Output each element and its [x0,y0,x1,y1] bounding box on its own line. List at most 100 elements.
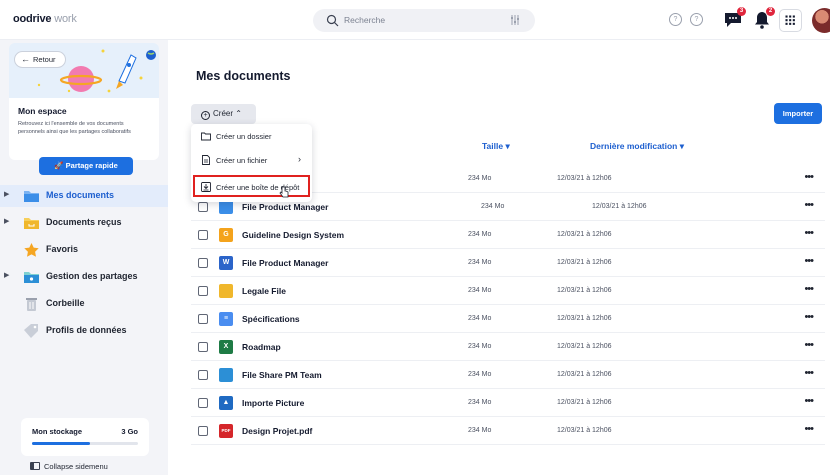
star-icon [23,242,40,258]
sidebar-item-profils-de-donnees[interactable]: Profils de données [0,320,168,342]
table-row[interactable]: W File Product Manager 234 Mo 12/03/21 à 12… [191,249,825,277]
create-button[interactable]: + Créer ⌃ [191,104,256,124]
file-size: 234 Mo [468,427,492,434]
more-options-icon[interactable]: ••• [804,367,814,379]
table-row[interactable]: Legale File 234 Mo 12/03/21 à 12h06 ••• [191,277,825,305]
search-icon [326,14,339,27]
size-header-label: Taille [482,141,504,151]
file-modified-date: 12/03/21 à 12h06 [557,175,612,182]
search-bar[interactable]: Recherche [313,9,535,32]
collapse-label: Collapse sidemenu [44,462,108,471]
back-button[interactable]: ← Retour [14,51,66,68]
file-size: 234 Mo [468,287,492,294]
storage-value: 3 Go [121,427,138,436]
row-checkbox[interactable] [198,258,208,268]
folder-outline-icon [201,132,211,141]
column-header-modified[interactable]: Dernière modification ▾ [590,141,684,152]
file-name[interactable]: File Product Manager [242,258,328,268]
row-checkbox[interactable] [198,426,208,436]
back-label: Retour [33,55,56,64]
more-options-icon[interactable]: ••• [804,283,814,295]
image-icon: ▲ [219,396,233,410]
more-options-icon[interactable]: ••• [804,395,814,407]
slides-icon: G [219,228,233,242]
more-options-icon[interactable]: ••• [804,339,814,351]
file-modified-date: 12/03/21 à 12h06 [557,287,612,294]
file-name[interactable]: File Product Manager [242,202,328,212]
page-title: Mes documents [196,69,291,83]
row-checkbox[interactable] [198,370,208,380]
sidebar-item-favoris[interactable]: Favoris [0,239,168,261]
file-size: 234 Mo [468,259,492,266]
row-checkbox[interactable] [198,286,208,296]
filter-icon[interactable] [509,14,521,26]
sidebar-item-mes-documents[interactable]: ▶ Mes documents [0,185,168,207]
table-row[interactable]: X Roadmap 234 Mo 12/03/21 à 12h06 ••• [191,333,825,361]
sidebar-item-label: Gestion des partages [46,271,138,281]
excel-icon: X [219,340,233,354]
rocket-icon: 🚀 [54,161,64,170]
more-options-icon[interactable]: ••• [804,311,814,323]
column-header-size[interactable]: Taille ▾ [482,141,510,152]
user-avatar[interactable] [812,8,830,33]
file-modified-date: 12/03/21 à 12h06 [592,203,647,210]
file-modified-date: 12/03/21 à 12h06 [557,315,612,322]
import-button[interactable]: Importer [774,103,822,124]
table-row[interactable]: ▲ Importe Picture 234 Mo 12/03/21 à 12h06 ••… [191,389,825,417]
hand-cursor-icon [279,186,289,198]
sidebar-item-gestion-des-partages[interactable]: ▶ Gestion des partages [0,266,168,288]
sidebar-item-label: Documents reçus [46,217,122,227]
more-options-icon[interactable]: ••• [804,255,814,267]
notification-bell-icon[interactable]: 2 [751,7,775,31]
table-row[interactable]: G Guideline Design System 234 Mo 12/03/21 à… [191,221,825,249]
file-size: 234 Mo [468,371,492,378]
bell-badge: 2 [766,7,775,16]
row-checkbox[interactable] [198,398,208,408]
word-icon: W [219,256,233,270]
sidebar-item-documents-recus[interactable]: ▶ Documents reçus [0,212,168,234]
sidebar-item-corbeille[interactable]: Corbeille [0,293,168,315]
apps-grid-button[interactable] [779,9,802,32]
file-name[interactable]: Spécifications [242,314,300,324]
app-logo[interactable]: oodrive work [13,13,77,25]
quick-share-button[interactable]: 🚀 Partage rapide [39,157,133,175]
sidebar-item-label: Profils de données [46,325,127,335]
folder-yellow-icon [219,284,233,298]
menu-item-create-file[interactable]: Créer un fichier › [191,148,312,172]
storage-card: Mon stockage 3 Go [21,418,149,456]
chat-icon[interactable]: 3 [722,7,746,31]
caret-right-icon[interactable]: ▶ [4,190,9,198]
more-options-icon[interactable]: ••• [804,171,814,183]
space-title: Mon espace [18,106,67,116]
file-name[interactable]: Roadmap [242,342,281,352]
sidebar: ← Retour Mon espace Retrouvez ici l'ensem… [0,40,168,475]
more-options-icon[interactable]: ••• [804,227,814,239]
create-label: Créer [213,109,234,118]
sidebar-item-label: Favoris [46,244,79,254]
table-row[interactable]: PDF Design Projet.pdf 234 Mo 12/03/21 à 12h… [191,417,825,445]
help-icon[interactable]: ? [669,13,682,26]
file-name[interactable]: File Share PM Team [242,370,322,380]
file-name[interactable]: Design Projet.pdf [242,426,312,436]
row-checkbox[interactable] [198,314,208,324]
file-name[interactable]: Guideline Design System [242,230,344,240]
row-checkbox[interactable] [198,202,208,212]
collapse-sidemenu-button[interactable]: Collapse sidemenu [30,462,108,471]
caret-right-icon[interactable]: ▶ [4,271,9,279]
table-row[interactable]: ≡ Spécifications 234 Mo 12/03/21 à 12h06 ••• [191,305,825,333]
table-row[interactable]: File Share PM Team 234 Mo 12/03/21 à 12h06… [191,361,825,389]
support-icon[interactable]: ? [690,13,703,26]
menu-item-create-folder[interactable]: Créer un dossier [191,124,312,148]
file-name[interactable]: Importe Picture [242,398,304,408]
caret-right-icon[interactable]: ▶ [4,217,9,225]
file-modified-date: 12/03/21 à 12h06 [557,371,612,378]
row-checkbox[interactable] [198,342,208,352]
more-options-icon[interactable]: ••• [804,199,814,211]
space-card: Mon espace Retrouvez ici l'ensemble de v… [9,98,159,160]
pdf-icon: PDF [219,424,233,438]
chat-badge: 3 [737,7,746,16]
file-modified-date: 12/03/21 à 12h06 [557,231,612,238]
more-options-icon[interactable]: ••• [804,423,814,435]
row-checkbox[interactable] [198,230,208,240]
file-name[interactable]: Legale File [242,286,286,296]
